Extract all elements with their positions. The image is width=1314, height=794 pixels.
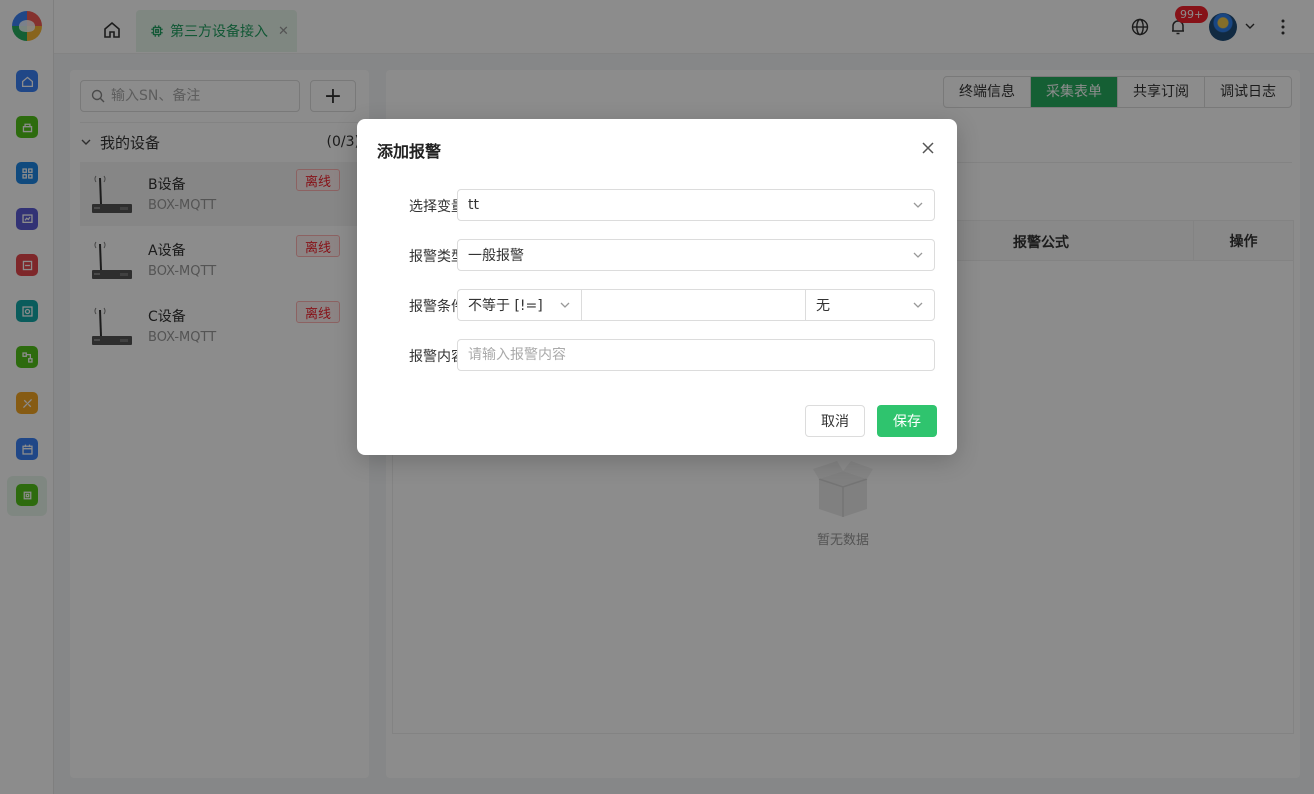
select-value: tt	[468, 197, 479, 213]
field-label: 报警内容	[409, 349, 465, 365]
field-label: 选择变量	[409, 199, 465, 215]
condition-value-input[interactable]	[592, 297, 805, 313]
form-row-type: 报警类型 一般报警	[357, 239, 957, 271]
condition-value-field[interactable]	[581, 289, 806, 321]
alarm-type-select[interactable]: 一般报警	[457, 239, 935, 271]
variable-select[interactable]: tt	[457, 189, 935, 221]
form-row-condition: 报警条件 不等于 [!=] 无	[357, 289, 957, 321]
field-label: 报警类型	[409, 249, 465, 265]
condition-operator-select[interactable]: 不等于 [!=]	[457, 289, 582, 321]
select-value: 一般报警	[468, 248, 524, 264]
cancel-button[interactable]: 取消	[805, 405, 865, 437]
chevron-down-icon	[913, 202, 923, 208]
save-button[interactable]: 保存	[877, 405, 937, 437]
field-label: 报警条件	[409, 299, 465, 315]
alarm-content-input[interactable]	[468, 347, 934, 363]
dialog-title: 添加报警	[377, 142, 442, 161]
add-alarm-dialog: 添加报警 选择变量 tt 报警类型 一般报警 报警条件 不等于 [!=] 无 报…	[357, 119, 957, 455]
condition-second-select[interactable]: 无	[805, 289, 935, 321]
close-icon[interactable]	[921, 141, 935, 155]
chevron-down-icon	[913, 252, 923, 258]
select-value: 无	[816, 298, 830, 314]
form-row-content: 报警内容	[357, 339, 957, 371]
form-row-variable: 选择变量 tt	[357, 189, 957, 221]
select-value: 不等于 [!=]	[468, 298, 543, 314]
alarm-content-field[interactable]	[457, 339, 935, 371]
chevron-down-icon	[913, 302, 923, 308]
chevron-down-icon	[560, 302, 570, 308]
